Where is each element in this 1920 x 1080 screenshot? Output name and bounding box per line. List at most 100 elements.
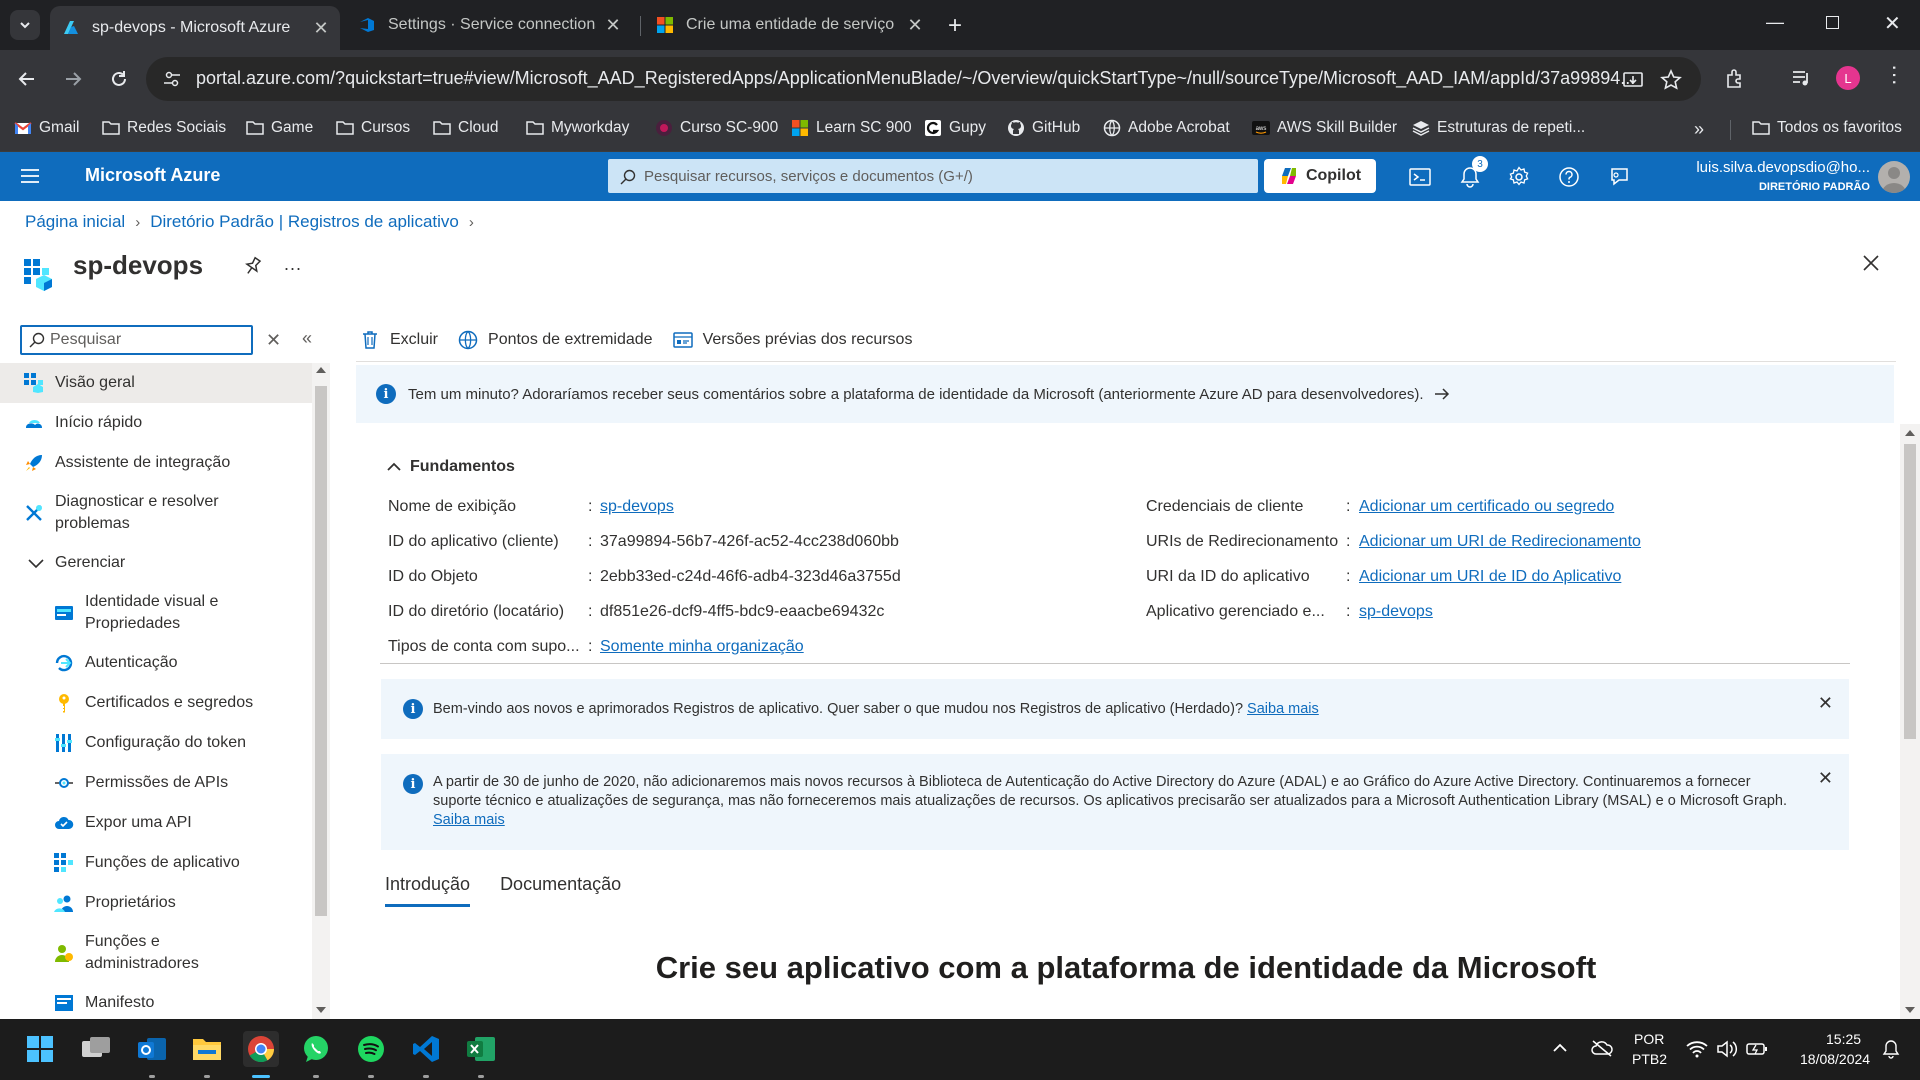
close-icon[interactable]: ✕ — [1818, 693, 1833, 714]
portal-menu-button[interactable] — [20, 167, 40, 185]
task-view-button[interactable] — [78, 1031, 114, 1067]
pin-icon[interactable] — [244, 256, 262, 276]
bookmark-acrobat[interactable]: Adobe Acrobat — [1103, 119, 1230, 137]
menu-search-box[interactable] — [20, 325, 253, 355]
endpoints-button[interactable]: Pontos de extremidade — [458, 330, 653, 350]
collapse-menu-icon[interactable]: « — [302, 328, 312, 349]
account-types-link[interactable]: Somente minha organização — [600, 638, 804, 656]
media-control-icon[interactable] — [1790, 67, 1812, 89]
clear-search-icon[interactable]: ✕ — [266, 330, 281, 351]
redirect-uris-link[interactable]: Adicionar um URI de Redirecionamento — [1359, 533, 1641, 551]
bookmark-folder[interactable]: Redes Sociais — [102, 119, 226, 137]
learn-more-link[interactable]: Saiba mais — [1247, 701, 1319, 717]
browser-tab-devops[interactable]: Settings · Service connections (/ ✕ — [346, 6, 632, 44]
restore-window-icon[interactable] — [1826, 16, 1839, 29]
menu-item-app-roles[interactable]: Funções de aplicativo — [0, 843, 314, 883]
tab-introduction[interactable]: Introdução — [385, 874, 471, 907]
bookmark-folder[interactable]: Cursos — [336, 119, 410, 137]
outlook-app[interactable] — [134, 1031, 170, 1067]
menu-scrollbar[interactable] — [312, 363, 330, 1019]
display-name-link[interactable]: sp-devops — [600, 498, 674, 516]
bookmark-star-icon[interactable] — [1660, 69, 1682, 91]
breadcrumb-home[interactable]: Página inicial — [25, 212, 125, 232]
clock-date[interactable]: 18/08/2024 — [1800, 1051, 1870, 1067]
browser-tab-docs[interactable]: Crie uma entidade de serviço no ✕ — [644, 6, 934, 44]
profile-avatar[interactable]: L — [1836, 66, 1860, 90]
onedrive-offline-icon[interactable] — [1590, 1038, 1614, 1058]
close-icon[interactable]: ✕ — [1818, 768, 1833, 789]
help-button[interactable] — [1553, 161, 1585, 193]
settings-button[interactable] — [1503, 161, 1535, 193]
bookmark-folder[interactable]: Game — [246, 119, 313, 137]
bookmark-learn[interactable]: Learn SC 900 — [791, 119, 912, 137]
menu-item-owners[interactable]: Proprietários — [0, 883, 314, 923]
forward-button[interactable] — [58, 64, 88, 94]
more-options-button[interactable]: ... — [284, 254, 302, 275]
menu-item-quickstart[interactable]: Início rápido — [0, 403, 314, 443]
new-tab-button[interactable]: + — [948, 12, 962, 40]
chevron-up-icon[interactable] — [1552, 1042, 1568, 1054]
input-language[interactable]: POR — [1634, 1031, 1664, 1047]
volume-icon[interactable] — [1716, 1040, 1738, 1058]
excel-app[interactable] — [463, 1031, 499, 1067]
menu-item-roles-admins[interactable]: Funções e administradores — [0, 923, 314, 983]
all-bookmarks-button[interactable]: Todos os favoritos — [1752, 119, 1902, 137]
avatar[interactable] — [1878, 161, 1910, 193]
menu-item-manifest[interactable]: Manifesto — [0, 983, 314, 1019]
bookmark-estruturas[interactable]: Estruturas de repeti... — [1412, 119, 1585, 137]
menu-item-token-config[interactable]: Configuração do token — [0, 723, 314, 763]
menu-item-diagnose[interactable]: Diagnosticar e resolver problemas — [0, 483, 314, 543]
chrome-app[interactable] — [243, 1031, 279, 1067]
reload-button[interactable] — [104, 64, 134, 94]
bookmark-folder[interactable]: Cloud — [433, 119, 499, 137]
start-button[interactable] — [22, 1031, 58, 1067]
scroll-down-icon[interactable] — [316, 1007, 326, 1013]
menu-search-input[interactable] — [50, 330, 245, 350]
cloud-shell-button[interactable] — [1404, 161, 1436, 193]
vscode-app[interactable] — [408, 1031, 444, 1067]
essentials-toggle[interactable]: Fundamentos — [386, 458, 515, 476]
install-app-icon[interactable] — [1622, 69, 1644, 91]
content-scrollbar[interactable] — [1900, 424, 1920, 1019]
spotify-app[interactable] — [353, 1031, 389, 1067]
menu-item-overview[interactable]: Visão geral — [0, 363, 314, 403]
menu-item-integration-assistant[interactable]: Assistente de integração — [0, 443, 314, 483]
battery-icon[interactable] — [1746, 1041, 1768, 1057]
copilot-button[interactable]: Copilot — [1264, 159, 1376, 193]
menu-item-expose-api[interactable]: Expor uma API — [0, 803, 314, 843]
content-scrollbar-thumb[interactable] — [1904, 444, 1916, 739]
close-tab-icon[interactable]: ✕ — [312, 18, 330, 38]
wifi-icon[interactable] — [1686, 1040, 1708, 1058]
back-button[interactable] — [12, 64, 42, 94]
close-window-icon[interactable]: ✕ — [1884, 11, 1901, 36]
tab-search-button[interactable] — [10, 10, 40, 40]
learn-more-link[interactable]: Saiba mais — [433, 812, 505, 828]
close-tab-icon[interactable]: ✕ — [906, 15, 924, 35]
bookmark-folder[interactable]: Myworkday — [526, 119, 629, 137]
keyboard-layout[interactable]: PTB2 — [1632, 1051, 1667, 1067]
browser-menu-icon[interactable]: ··· — [1883, 64, 1908, 86]
delete-button[interactable]: Excluir — [360, 330, 438, 350]
scroll-up-icon[interactable] — [316, 367, 326, 373]
breadcrumb-app-registrations[interactable]: Diretório Padrão | Registros de aplicati… — [150, 212, 459, 232]
site-info-icon[interactable] — [162, 69, 182, 89]
bookmark-github[interactable]: GitHub — [1007, 119, 1080, 137]
menu-scrollbar-thumb[interactable] — [315, 386, 327, 916]
scroll-down-icon[interactable] — [1905, 1007, 1915, 1013]
preview-features-button[interactable]: Versões prévias dos recursos — [672, 330, 912, 350]
scroll-up-icon[interactable] — [1905, 430, 1915, 436]
menu-item-authentication[interactable]: Autenticação — [0, 643, 314, 683]
app-id-uri-link[interactable]: Adicionar um URI de ID do Aplicativo — [1359, 568, 1621, 586]
minimize-window-icon[interactable]: — — [1766, 12, 1784, 33]
extensions-icon[interactable] — [1724, 67, 1746, 89]
client-credentials-link[interactable]: Adicionar um certificado ou segredo — [1359, 498, 1614, 516]
global-search[interactable] — [608, 159, 1258, 193]
more-bookmarks-button[interactable]: » — [1694, 119, 1704, 140]
menu-group-manage[interactable]: Gerenciar — [0, 543, 314, 583]
global-search-input[interactable] — [644, 159, 1244, 193]
file-explorer-app[interactable] — [189, 1031, 225, 1067]
tab-documentation[interactable]: Documentação — [500, 874, 621, 907]
menu-item-branding[interactable]: Identidade visual e Propriedades — [0, 583, 314, 643]
bookmark-gmail[interactable]: Gmail — [14, 119, 79, 137]
clock-time[interactable]: 15:25 — [1826, 1031, 1861, 1047]
